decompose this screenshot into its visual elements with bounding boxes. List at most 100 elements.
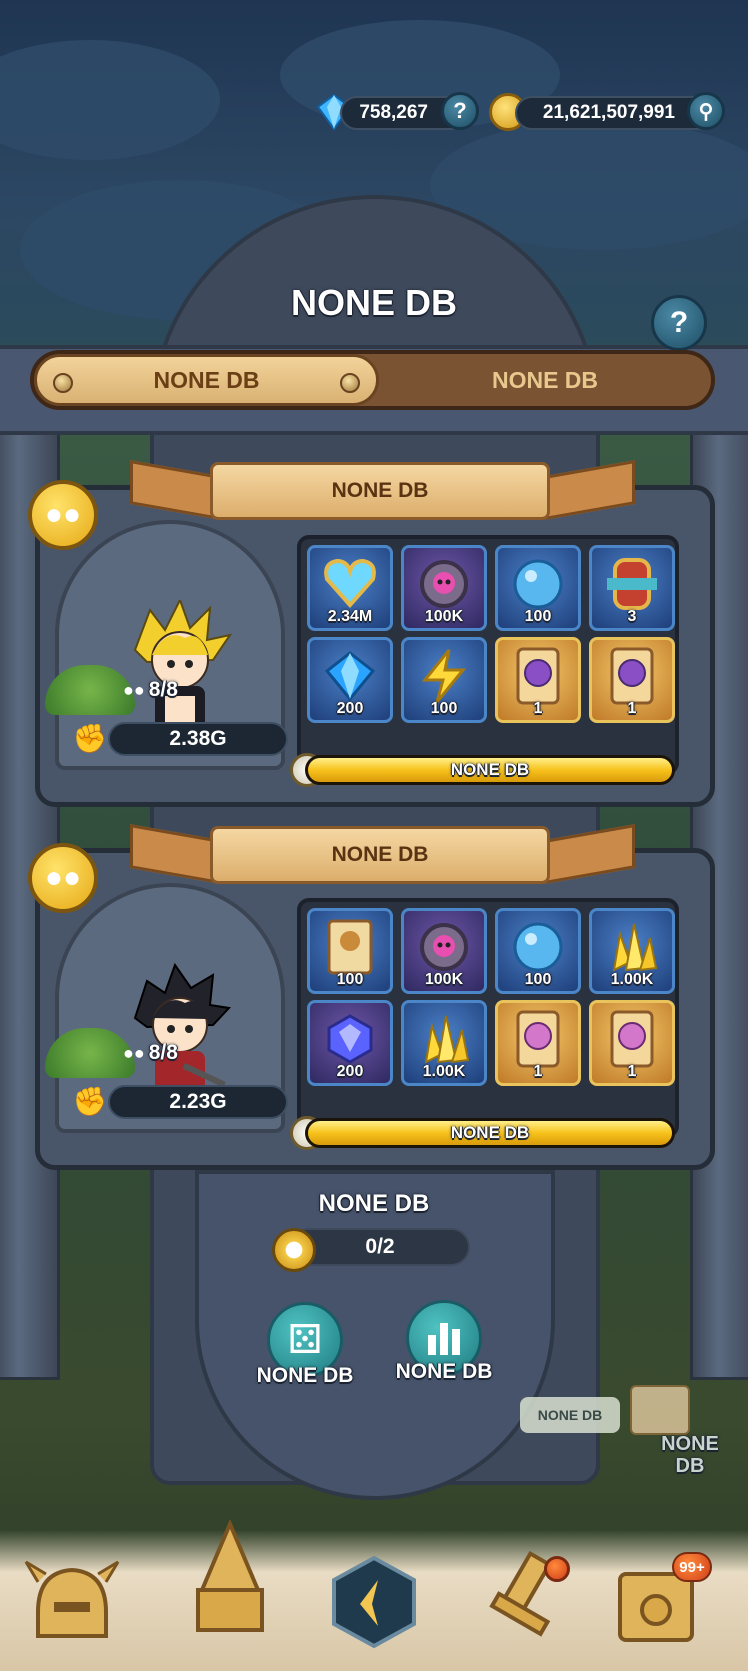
question-icon: ? (453, 98, 467, 123)
item-qty: 100 (524, 971, 552, 988)
lightning-icon (421, 649, 467, 703)
stats-action-button[interactable]: NONE DB (396, 1300, 492, 1386)
panel-banner: NONE DB (210, 462, 550, 520)
side-event-label: NONE DB (620, 1433, 748, 1477)
gems-help-button[interactable]: ? (441, 92, 479, 130)
item-qty: 200 (336, 1063, 364, 1080)
notification-dot (544, 1556, 570, 1582)
dice-action-label: NONE DB (256, 1364, 354, 1387)
fist-all-icon: ✊ (72, 1085, 108, 1117)
reward-item[interactable]: 100 (495, 908, 581, 994)
gold-crystal-icon (424, 1015, 470, 1064)
reward-item[interactable]: 100K (401, 545, 487, 631)
reward-item[interactable]: 200 (307, 1000, 393, 1086)
summary-label: NONE DB (318, 1190, 430, 1217)
side-event-tag: NONE DB (520, 1397, 620, 1433)
item-qty: 2.34M (327, 608, 373, 625)
reward-item[interactable]: 1 (589, 1000, 675, 1086)
gold-search-button[interactable]: ⚲ (687, 92, 725, 130)
home-emblem-icon[interactable] (324, 1552, 424, 1652)
reward-item[interactable]: 1 (495, 637, 581, 723)
progress-bar: NONE DB (305, 1118, 675, 1148)
fist-all-icon: ✊ (72, 722, 108, 754)
tome-icon (516, 647, 560, 705)
power-text: 2.38G (169, 727, 227, 750)
diamond-icon (324, 651, 376, 702)
question-icon: ? (669, 306, 689, 339)
item-qty: 100 (430, 700, 458, 717)
skull-token-icon (420, 560, 468, 608)
power-value: 2.23G (108, 1085, 288, 1119)
side-event-button[interactable]: NONE DB NONE DB (520, 1385, 748, 1477)
progress-label: NONE DB (450, 1123, 530, 1142)
dice-action-button[interactable]: ⚄ NONE DB (257, 1302, 353, 1388)
reward-item[interactable]: 1.00K (589, 908, 675, 994)
reward-grid: 100 100K 100 1.00K 200 1.00K 1 1 (297, 898, 679, 1138)
gems-value: 758,267 (359, 102, 428, 123)
tab-second[interactable]: NONE DB (379, 354, 711, 406)
tome-icon (610, 1010, 654, 1068)
reward-panel-2: ●● 8/8 ✊ 2.23G 100 100K 100 1.00K 200 1.… (35, 848, 715, 1170)
hero-count: ●● 8/8 (123, 678, 178, 702)
bottom-nav: 99+ (0, 1520, 748, 1671)
compass-icon (272, 1228, 316, 1272)
item-qty: 1 (627, 700, 637, 717)
hero-count-value: 8/8 (148, 1041, 178, 1064)
item-qty: 1.00K (422, 1063, 466, 1080)
item-qty: 100 (336, 971, 364, 988)
reward-item[interactable]: 1.00K (401, 1000, 487, 1086)
progress-label: NONE DB (450, 760, 530, 779)
side-event-tag-label: NONE DB (537, 1407, 603, 1423)
group-badge-icon[interactable]: ●● (28, 480, 98, 550)
item-qty: 100K (424, 971, 464, 988)
item-qty: 1 (533, 700, 543, 717)
reward-item[interactable]: 1 (589, 637, 675, 723)
tab-first[interactable]: NONE DB (34, 354, 379, 406)
reward-item[interactable]: 100 (307, 908, 393, 994)
chest-icon[interactable]: 99+ (608, 1552, 712, 1652)
notification-badge-count: 99+ (679, 1558, 705, 1576)
help-button[interactable]: ? (651, 295, 707, 351)
item-qty: 100 (524, 608, 552, 625)
hero-group-icon: ●● (123, 679, 145, 700)
boar-hat-card-icon (327, 919, 373, 975)
tab-stud-left (53, 373, 73, 393)
panel-banner-label: NONE DB (331, 479, 429, 502)
reward-item[interactable]: 100 (401, 637, 487, 723)
reward-item[interactable]: 100 (495, 545, 581, 631)
scroll-armor-icon (607, 558, 657, 610)
helmet-icon[interactable] (22, 1550, 122, 1650)
item-qty: 1.00K (610, 971, 654, 988)
magnifier-icon: ⚲ (698, 100, 714, 123)
tab-first-label: NONE DB (153, 366, 260, 393)
panel-banner-label: NONE DB (331, 843, 429, 866)
hero-count-value: 8/8 (148, 678, 178, 701)
summary-progress: 0/2 (290, 1228, 470, 1266)
gold-value: 21,621,507,991 (542, 102, 675, 123)
blue-orb-icon (513, 922, 563, 972)
reward-item[interactable]: 200 (307, 637, 393, 723)
reward-item[interactable]: 2.34M (307, 545, 393, 631)
item-qty: 1 (627, 1063, 637, 1080)
heart-gem-icon (324, 559, 376, 609)
reward-item[interactable]: 100K (401, 908, 487, 994)
reward-item[interactable]: 3 (589, 545, 675, 631)
page-title: NONE DB (290, 282, 457, 323)
blue-orb-icon (513, 559, 563, 609)
tab-stud-right (340, 373, 360, 393)
hero-group-icon: ●● (123, 1042, 145, 1063)
map-scroll-icon (630, 1385, 690, 1435)
group-badge-icon[interactable]: ●● (28, 843, 98, 913)
summary-progress-value: 0/2 (365, 1235, 395, 1258)
sapphire-icon (327, 1014, 373, 1064)
sword-icon[interactable] (470, 1548, 570, 1648)
tower-icon[interactable] (180, 1520, 280, 1632)
hero-count: ●● 8/8 (123, 1041, 178, 1065)
gold-amount: 21,621,507,991 (515, 96, 715, 130)
reward-item[interactable]: 1 (495, 1000, 581, 1086)
item-qty: 100K (424, 608, 464, 625)
tome-icon (610, 647, 654, 705)
skull-token-icon (420, 923, 468, 971)
item-qty: 3 (627, 608, 637, 625)
stats-action-label: NONE DB (395, 1360, 493, 1383)
